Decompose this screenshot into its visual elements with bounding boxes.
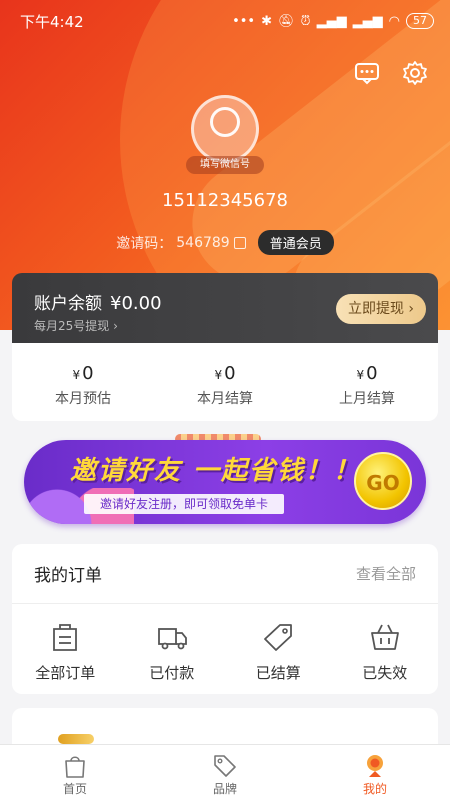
order-settled-label: 已结算 — [255, 664, 301, 682]
banner-subtitle: 邀请好友注册，即可领取免单卡 — [84, 494, 285, 514]
balance-label: 账户余额 — [34, 294, 102, 314]
stat-number: 0 — [82, 363, 94, 384]
signal-icon: ▂▄▆ — [316, 13, 347, 29]
shopping-bag-icon — [62, 753, 88, 779]
tab-mine-label: 我的 — [362, 782, 387, 796]
order-status-list: 全部订单 已付款 已结算 已失效 — [12, 604, 438, 683]
order-invalid-label: 已失效 — [362, 664, 408, 682]
order-settled[interactable]: 已结算 — [225, 622, 332, 683]
message-icon[interactable] — [354, 60, 380, 86]
signal-icon: ▂▄▆ — [352, 13, 383, 29]
tab-mine[interactable]: 我的 — [300, 745, 450, 800]
settings-gear-icon[interactable] — [402, 60, 428, 86]
currency-symbol: ¥ — [356, 368, 365, 382]
tab-home-label: 首页 — [62, 782, 87, 796]
go-button[interactable]: GO — [354, 452, 412, 510]
user-phone: 15112345678 — [162, 190, 288, 211]
battery-icon: 57 — [406, 13, 434, 29]
banner-title: 邀请好友 一起省钱！！ — [70, 456, 362, 486]
stat-number: 0 — [366, 363, 378, 384]
status-icons: ••• ✱ 🔕︎ ⏰︎ ▂▄▆ ▂▄▆ ◠ 57 — [232, 13, 434, 29]
stat-label: 本月预估 — [55, 391, 111, 407]
withdraw-button-label: 立即提现 — [347, 301, 404, 317]
tag-icon — [262, 622, 294, 652]
withdraw-button[interactable]: 立即提现 › — [336, 294, 426, 324]
order-all[interactable]: 全部订单 — [12, 622, 119, 683]
mute-icon: 🔕︎ — [278, 13, 295, 29]
price-tag-icon — [212, 753, 238, 779]
tab-brand[interactable]: 品牌 — [150, 745, 300, 800]
status-time: 下午4:42 — [20, 12, 84, 31]
stat-value: ¥0 — [12, 363, 154, 384]
stat-value: ¥0 — [154, 363, 296, 384]
fill-wechat-tag[interactable]: 填写微信号 — [186, 156, 264, 174]
header-actions — [354, 60, 428, 86]
avatar[interactable] — [191, 95, 259, 163]
invite-code-label: 邀请码： — [116, 235, 173, 252]
balance-amount: ¥0.00 — [110, 293, 162, 314]
wifi-icon: ◠ — [388, 13, 400, 29]
stat-item[interactable]: ¥0 本月结算 — [154, 343, 296, 421]
order-paid-label: 已付款 — [149, 664, 195, 682]
stat-item[interactable]: ¥0 本月预估 — [12, 343, 154, 421]
stat-label: 上月结算 — [339, 391, 395, 407]
stat-value: ¥0 — [296, 363, 438, 384]
balance-card: 账户余额 ¥0.00 每月25号提现 › 立即提现 › — [12, 273, 438, 343]
chevron-right-icon: › — [408, 301, 415, 317]
invite-code-value: 546789 — [176, 234, 230, 251]
bottom-tab-bar: 首页 品牌 我的 — [0, 744, 450, 800]
invite-code[interactable]: 邀请码： 546789 — [116, 233, 246, 253]
crown-icon — [58, 734, 94, 744]
member-level-badge: 普通会员 — [257, 230, 334, 255]
orders-title: 我的订单 — [34, 566, 102, 586]
currency-symbol: ¥ — [72, 368, 81, 382]
avatar-placeholder-icon — [210, 107, 240, 137]
tab-brand-label: 品牌 — [212, 782, 237, 796]
bluetooth-icon: ✱ — [261, 13, 272, 29]
stat-label: 本月结算 — [197, 391, 253, 407]
tab-home[interactable]: 首页 — [0, 745, 150, 800]
profile-icon — [362, 753, 388, 779]
bag-icon — [49, 622, 81, 652]
withdraw-note[interactable]: 每月25号提现 › — [34, 317, 118, 334]
orders-header: 我的订单 查看全部 — [12, 544, 438, 604]
basket-icon — [369, 622, 401, 652]
view-all-orders-link[interactable]: 查看全部 — [356, 563, 416, 584]
balance-title: 账户余额 ¥0.00 — [34, 289, 162, 314]
order-invalid[interactable]: 已失效 — [332, 622, 439, 683]
status-bar: 下午4:42 ••• ✱ 🔕︎ ⏰︎ ▂▄▆ ▂▄▆ ◠ 57 — [0, 0, 450, 42]
invite-friends-banner[interactable]: 邀请好友 一起省钱！！ 邀请好友注册，即可领取免单卡 GO — [24, 440, 426, 524]
withdraw-note-text: 每月25号提现 — [34, 319, 110, 333]
order-paid[interactable]: 已付款 — [119, 622, 226, 683]
invite-row: 邀请码： 546789 普通会员 — [0, 230, 450, 255]
alarm-icon: ⏰︎ — [300, 13, 311, 29]
currency-symbol: ¥ — [214, 368, 223, 382]
copy-icon[interactable] — [233, 236, 246, 249]
chevron-right-icon: › — [113, 319, 118, 333]
earnings-stats: ¥0 本月预估 ¥0 本月结算 ¥0 上月结算 — [12, 343, 438, 421]
more-icon: ••• — [232, 13, 256, 29]
order-all-label: 全部订单 — [35, 664, 96, 682]
stat-item[interactable]: ¥0 上月结算 — [296, 343, 438, 421]
my-orders-card: 我的订单 查看全部 全部订单 已付款 已结算 已失效 — [12, 544, 438, 694]
truck-icon — [156, 622, 188, 652]
stat-number: 0 — [224, 363, 236, 384]
